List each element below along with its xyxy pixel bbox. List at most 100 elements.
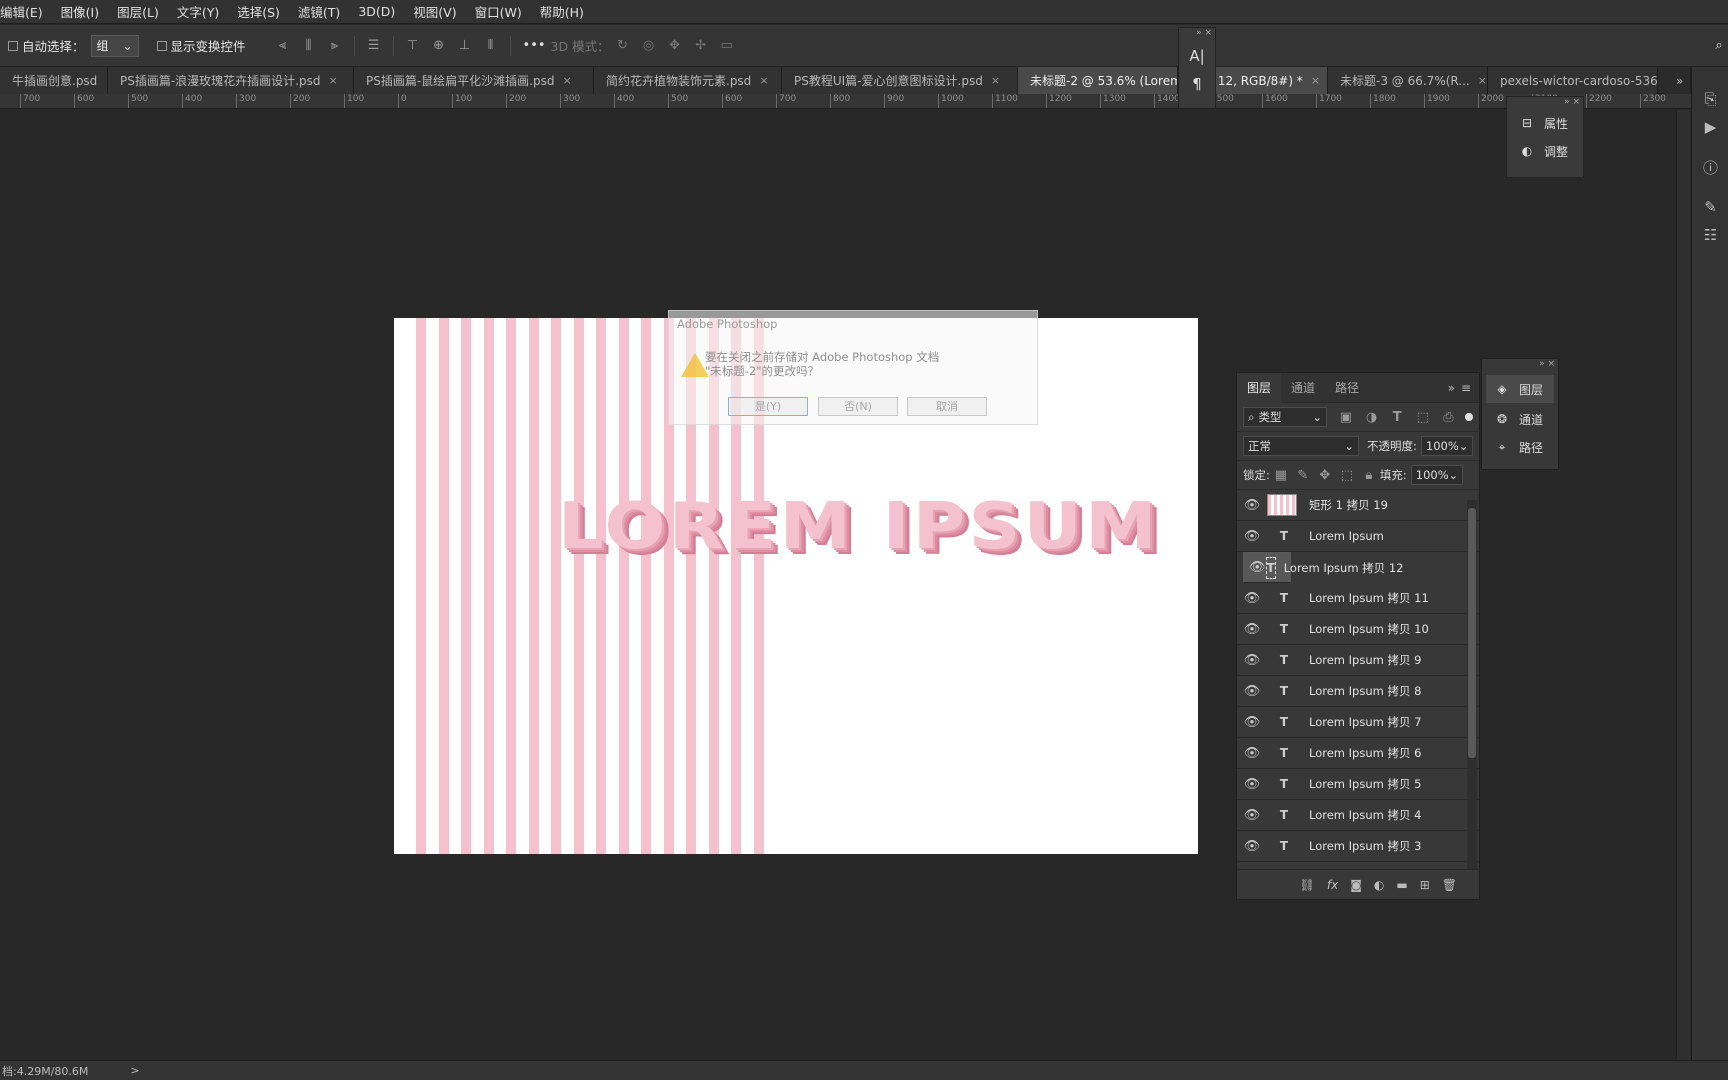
- vertical-scrollbar[interactable]: [1676, 110, 1690, 1060]
- layer-row[interactable]: 👁︎ T Lorem Ipsum 拷贝 5: [1237, 769, 1479, 800]
- auto-select-dropdown[interactable]: 组 ⌄: [90, 34, 139, 57]
- 3d-camera-icon[interactable]: ▭: [720, 38, 734, 53]
- layer-row[interactable]: 👁︎ T Lorem Ipsum 拷贝 8: [1237, 676, 1479, 707]
- dialog-cancel-button[interactable]: 取消: [907, 397, 987, 416]
- filter-pixel-icon[interactable]: ▣: [1339, 410, 1353, 425]
- panel-item[interactable]: ⌖ 路径: [1482, 433, 1558, 461]
- menu-item[interactable]: 3D(D): [349, 4, 404, 19]
- filter-shape-icon[interactable]: ⬚: [1416, 410, 1430, 425]
- menu-item[interactable]: 图层(L): [108, 2, 168, 21]
- panel-item[interactable]: ◐ 调整: [1507, 137, 1583, 165]
- align-bottom-icon[interactable]: ⊥: [458, 38, 472, 53]
- filter-text-icon[interactable]: T: [1390, 410, 1404, 425]
- menu-item[interactable]: 文字(Y): [168, 2, 228, 21]
- layer-row[interactable]: 👁︎ T Lorem Ipsum 拷贝 4: [1237, 800, 1479, 831]
- distribute-icon[interactable]: ☰: [367, 38, 381, 53]
- close-icon[interactable]: ×: [329, 74, 338, 87]
- character-icon[interactable]: A|: [1179, 42, 1215, 70]
- close-icon[interactable]: ×: [991, 74, 1000, 87]
- menu-item[interactable]: 图像(I): [52, 2, 108, 21]
- layer-row[interactable]: 👁︎ T Lorem Ipsum 拷贝 12: [1243, 552, 1403, 583]
- lock-artboard-icon[interactable]: ⬚: [1340, 468, 1354, 483]
- history-icon[interactable]: ⎘: [1692, 85, 1728, 113]
- add-mask-icon[interactable]: ◙: [1350, 878, 1362, 892]
- new-layer-icon[interactable]: ⊞: [1420, 878, 1430, 892]
- visibility-eye-icon[interactable]: 👁︎: [1237, 498, 1267, 513]
- new-group-icon[interactable]: ▬: [1396, 878, 1407, 892]
- 3d-rotate-icon[interactable]: ↻: [616, 38, 630, 53]
- play-icon[interactable]: ▶: [1692, 113, 1728, 141]
- 3d-slide-icon[interactable]: ✢: [694, 38, 708, 53]
- link-layers-icon[interactable]: ⛓: [1300, 878, 1315, 892]
- close-icon[interactable]: ×: [1478, 74, 1487, 87]
- brush-icon[interactable]: ✎: [1692, 193, 1728, 221]
- layers-scrollbar[interactable]: [1467, 500, 1477, 870]
- document-tab[interactable]: 未标题-3 @ 66.7%(R... ×: [1328, 67, 1488, 94]
- menu-item[interactable]: 滤镜(T): [289, 2, 349, 21]
- menu-item[interactable]: 选择(S): [228, 2, 289, 21]
- collapse-icon[interactable]: » ×: [1179, 28, 1215, 42]
- panel-menu-icon[interactable]: ≡: [1461, 381, 1471, 395]
- menu-item[interactable]: 帮助(H): [531, 2, 593, 21]
- visibility-eye-icon[interactable]: 👁︎: [1249, 560, 1266, 575]
- filter-toggle-icon[interactable]: [1465, 413, 1474, 421]
- layer-row[interactable]: 👁︎ T Lorem Ipsum 拷贝 7: [1237, 707, 1479, 738]
- 3d-roll-icon[interactable]: ◎: [642, 38, 656, 53]
- visibility-eye-icon[interactable]: 👁︎: [1237, 808, 1267, 823]
- document-tab[interactable]: 简约花卉植物装饰元素.psd ×: [594, 67, 782, 94]
- paragraph-icon[interactable]: ¶: [1179, 70, 1215, 98]
- dialog-no-button[interactable]: 否(N): [818, 397, 898, 416]
- align-right-icon[interactable]: ⫸: [328, 38, 342, 53]
- collapse-icon[interactable]: » ×: [1482, 359, 1558, 373]
- layer-row[interactable]: 👁︎ T Lorem Ipsum 拷贝 10: [1237, 614, 1479, 645]
- visibility-eye-icon[interactable]: 👁︎: [1237, 591, 1267, 606]
- menu-item[interactable]: 编辑(E): [0, 2, 52, 21]
- visibility-eye-icon[interactable]: 👁︎: [1237, 529, 1267, 544]
- info-icon[interactable]: ⓘ: [1692, 153, 1728, 181]
- document-tab[interactable]: PS插画篇-鼠绘扁平化沙滩插画.psd ×: [354, 67, 594, 94]
- layer-row[interactable]: 👁︎ 矩形 1 拷贝 19: [1237, 490, 1479, 521]
- document-tab[interactable]: PS插画篇-浪漫玫瑰花卉插画设计.psd ×: [108, 67, 354, 94]
- panel-item[interactable]: ◈ 图层: [1486, 375, 1554, 403]
- collapse-icon[interactable]: » ×: [1507, 97, 1583, 109]
- filter-smart-object-icon[interactable]: ⎙: [1442, 410, 1456, 425]
- auto-select-checkbox[interactable]: [8, 40, 18, 51]
- document-tab[interactable]: 牛插画创意.psd×: [0, 67, 108, 94]
- 3d-pan-icon[interactable]: ✥: [668, 38, 682, 53]
- menu-item[interactable]: 视图(V): [404, 2, 465, 21]
- visibility-eye-icon[interactable]: 👁︎: [1237, 622, 1267, 637]
- visibility-eye-icon[interactable]: 👁︎: [1237, 715, 1267, 730]
- layer-row[interactable]: 👁︎ T Lorem Ipsum 拷贝 6: [1237, 738, 1479, 769]
- lock-paint-icon[interactable]: ✎: [1296, 468, 1310, 483]
- layer-row[interactable]: 👁︎ T Lorem Ipsum: [1237, 521, 1479, 552]
- filter-type-dropdown[interactable]: ⌕ 类型 ⌄: [1243, 407, 1328, 427]
- blend-mode-dropdown[interactable]: 正常 ⌄: [1243, 436, 1359, 456]
- lock-position-icon[interactable]: ✥: [1318, 468, 1332, 483]
- lock-transparency-icon[interactable]: ▦: [1274, 468, 1288, 483]
- new-adjustment-icon[interactable]: ◐: [1374, 878, 1384, 892]
- document-tab[interactable]: PS教程UI篇-爱心创意图标设计.psd ×: [782, 67, 1018, 94]
- visibility-eye-icon[interactable]: 👁︎: [1237, 684, 1267, 699]
- align-center-icon[interactable]: ⫼: [302, 38, 316, 53]
- close-icon[interactable]: ×: [563, 74, 572, 87]
- dialog-yes-button[interactable]: 是(Y): [728, 397, 808, 416]
- layer-row[interactable]: 👁︎ T Lorem Ipsum 拷贝 11: [1237, 583, 1479, 614]
- expand-icon[interactable]: »: [1448, 381, 1455, 395]
- filter-adjustment-icon[interactable]: ◑: [1365, 410, 1379, 425]
- layer-row[interactable]: 👁︎ T Lorem Ipsum 拷贝 3: [1237, 831, 1479, 862]
- document-tab[interactable]: pexels-wictor-cardoso-536: [1488, 67, 1658, 94]
- align-left-icon[interactable]: ⫷: [276, 38, 290, 53]
- menu-item[interactable]: 窗口(W): [466, 2, 531, 21]
- show-transform-checkbox[interactable]: [156, 40, 167, 51]
- layer-row[interactable]: 👁︎ T Lorem Ipsum 拷贝 9: [1237, 645, 1479, 676]
- visibility-eye-icon[interactable]: 👁︎: [1237, 653, 1267, 668]
- more-tabs-icon[interactable]: »: [1664, 67, 1691, 94]
- align-top-icon[interactable]: ⊤: [406, 38, 420, 53]
- distribute-vertical-icon[interactable]: ⫴: [484, 38, 498, 53]
- fx-icon[interactable]: fx: [1327, 878, 1338, 892]
- search-icon[interactable]: ⌕: [1712, 38, 1726, 53]
- tab-paths[interactable]: 路径: [1325, 373, 1369, 403]
- close-icon[interactable]: ×: [759, 74, 768, 87]
- fill-input[interactable]: 100% ⌄: [1410, 465, 1463, 485]
- visibility-eye-icon[interactable]: 👁︎: [1237, 777, 1267, 792]
